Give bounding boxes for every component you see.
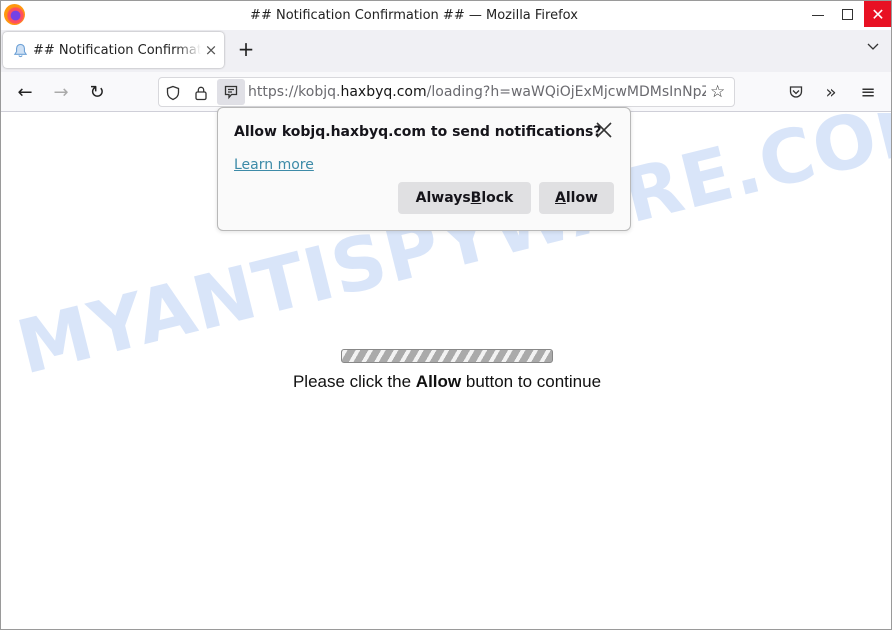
- block-accesskey: B: [470, 190, 482, 206]
- more-tools-button[interactable]: »: [819, 80, 843, 104]
- chevron-down-icon: [867, 43, 879, 50]
- learn-more-link[interactable]: Learn more: [234, 157, 314, 173]
- lock-icon[interactable]: [191, 83, 211, 103]
- pocket-icon: [789, 86, 803, 98]
- popup-title: Allow kobjq.haxbyq.com to send notificat…: [234, 124, 602, 140]
- message-text-bold: Allow: [415, 372, 462, 391]
- allow-accesskey: A: [555, 190, 566, 206]
- forward-button[interactable]: →: [47, 79, 75, 105]
- title-bar: ## Notification Confirmation ## — Mozill…: [1, 1, 891, 30]
- close-tab-icon[interactable]: ×: [203, 41, 219, 59]
- message-text-after: button to continue: [461, 372, 602, 391]
- always-block-button[interactable]: Always Block: [398, 182, 531, 214]
- back-button[interactable]: ←: [11, 79, 39, 105]
- minimize-icon: [812, 14, 824, 16]
- app-menu-button[interactable]: ≡: [856, 80, 880, 104]
- pocket-button[interactable]: [784, 80, 808, 104]
- navigation-toolbar: ← → ↻ https://kobjq.haxbyq.com/loading?h…: [1, 72, 891, 112]
- instruction-message: Please click the Allow button to continu…: [1, 372, 891, 392]
- block-label-start: Always: [415, 190, 471, 206]
- maximize-icon: [841, 8, 853, 20]
- new-tab-button[interactable]: +: [235, 39, 257, 61]
- tracking-protection-shield-icon[interactable]: [163, 83, 183, 103]
- maximize-button[interactable]: [830, 1, 864, 27]
- tab-strip: ## Notification Confirmation ## × +: [1, 30, 891, 72]
- notification-bell-icon: [12, 42, 28, 58]
- url-prefix: https://kobjq.: [248, 84, 341, 100]
- allow-label-end: llow: [565, 190, 598, 206]
- window-title: ## Notification Confirmation ## — Mozill…: [250, 8, 578, 23]
- list-all-tabs-button[interactable]: [863, 39, 883, 59]
- close-popup-icon[interactable]: [594, 120, 614, 145]
- notification-permission-popup: Allow kobjq.haxbyq.com to send notificat…: [217, 107, 631, 231]
- reload-button[interactable]: ↻: [83, 79, 111, 105]
- tab-label: ## Notification Confirmation ##: [33, 42, 201, 58]
- loading-progress-bar: [341, 349, 553, 363]
- allow-button[interactable]: Allow: [539, 182, 614, 214]
- close-window-button[interactable]: ✕: [864, 1, 891, 27]
- notification-permission-icon[interactable]: [217, 79, 245, 105]
- firefox-window: ## Notification Confirmation ## — Mozill…: [0, 0, 892, 630]
- bookmark-star-icon[interactable]: ☆: [710, 82, 725, 102]
- url-text[interactable]: https://kobjq.haxbyq.com/loading?h=waWQi…: [248, 84, 706, 100]
- url-domain: haxbyq.com: [340, 84, 427, 100]
- message-text-before: Please click the: [292, 372, 416, 391]
- url-path: /loading?h=waWQiOjExMjcwMDMsInNpZCI6MTI: [426, 84, 706, 100]
- tab-notification-confirmation[interactable]: ## Notification Confirmation ## ×: [3, 32, 224, 68]
- address-bar[interactable]: https://kobjq.haxbyq.com/loading?h=waWQi…: [158, 77, 735, 107]
- block-label-end: lock: [481, 190, 514, 206]
